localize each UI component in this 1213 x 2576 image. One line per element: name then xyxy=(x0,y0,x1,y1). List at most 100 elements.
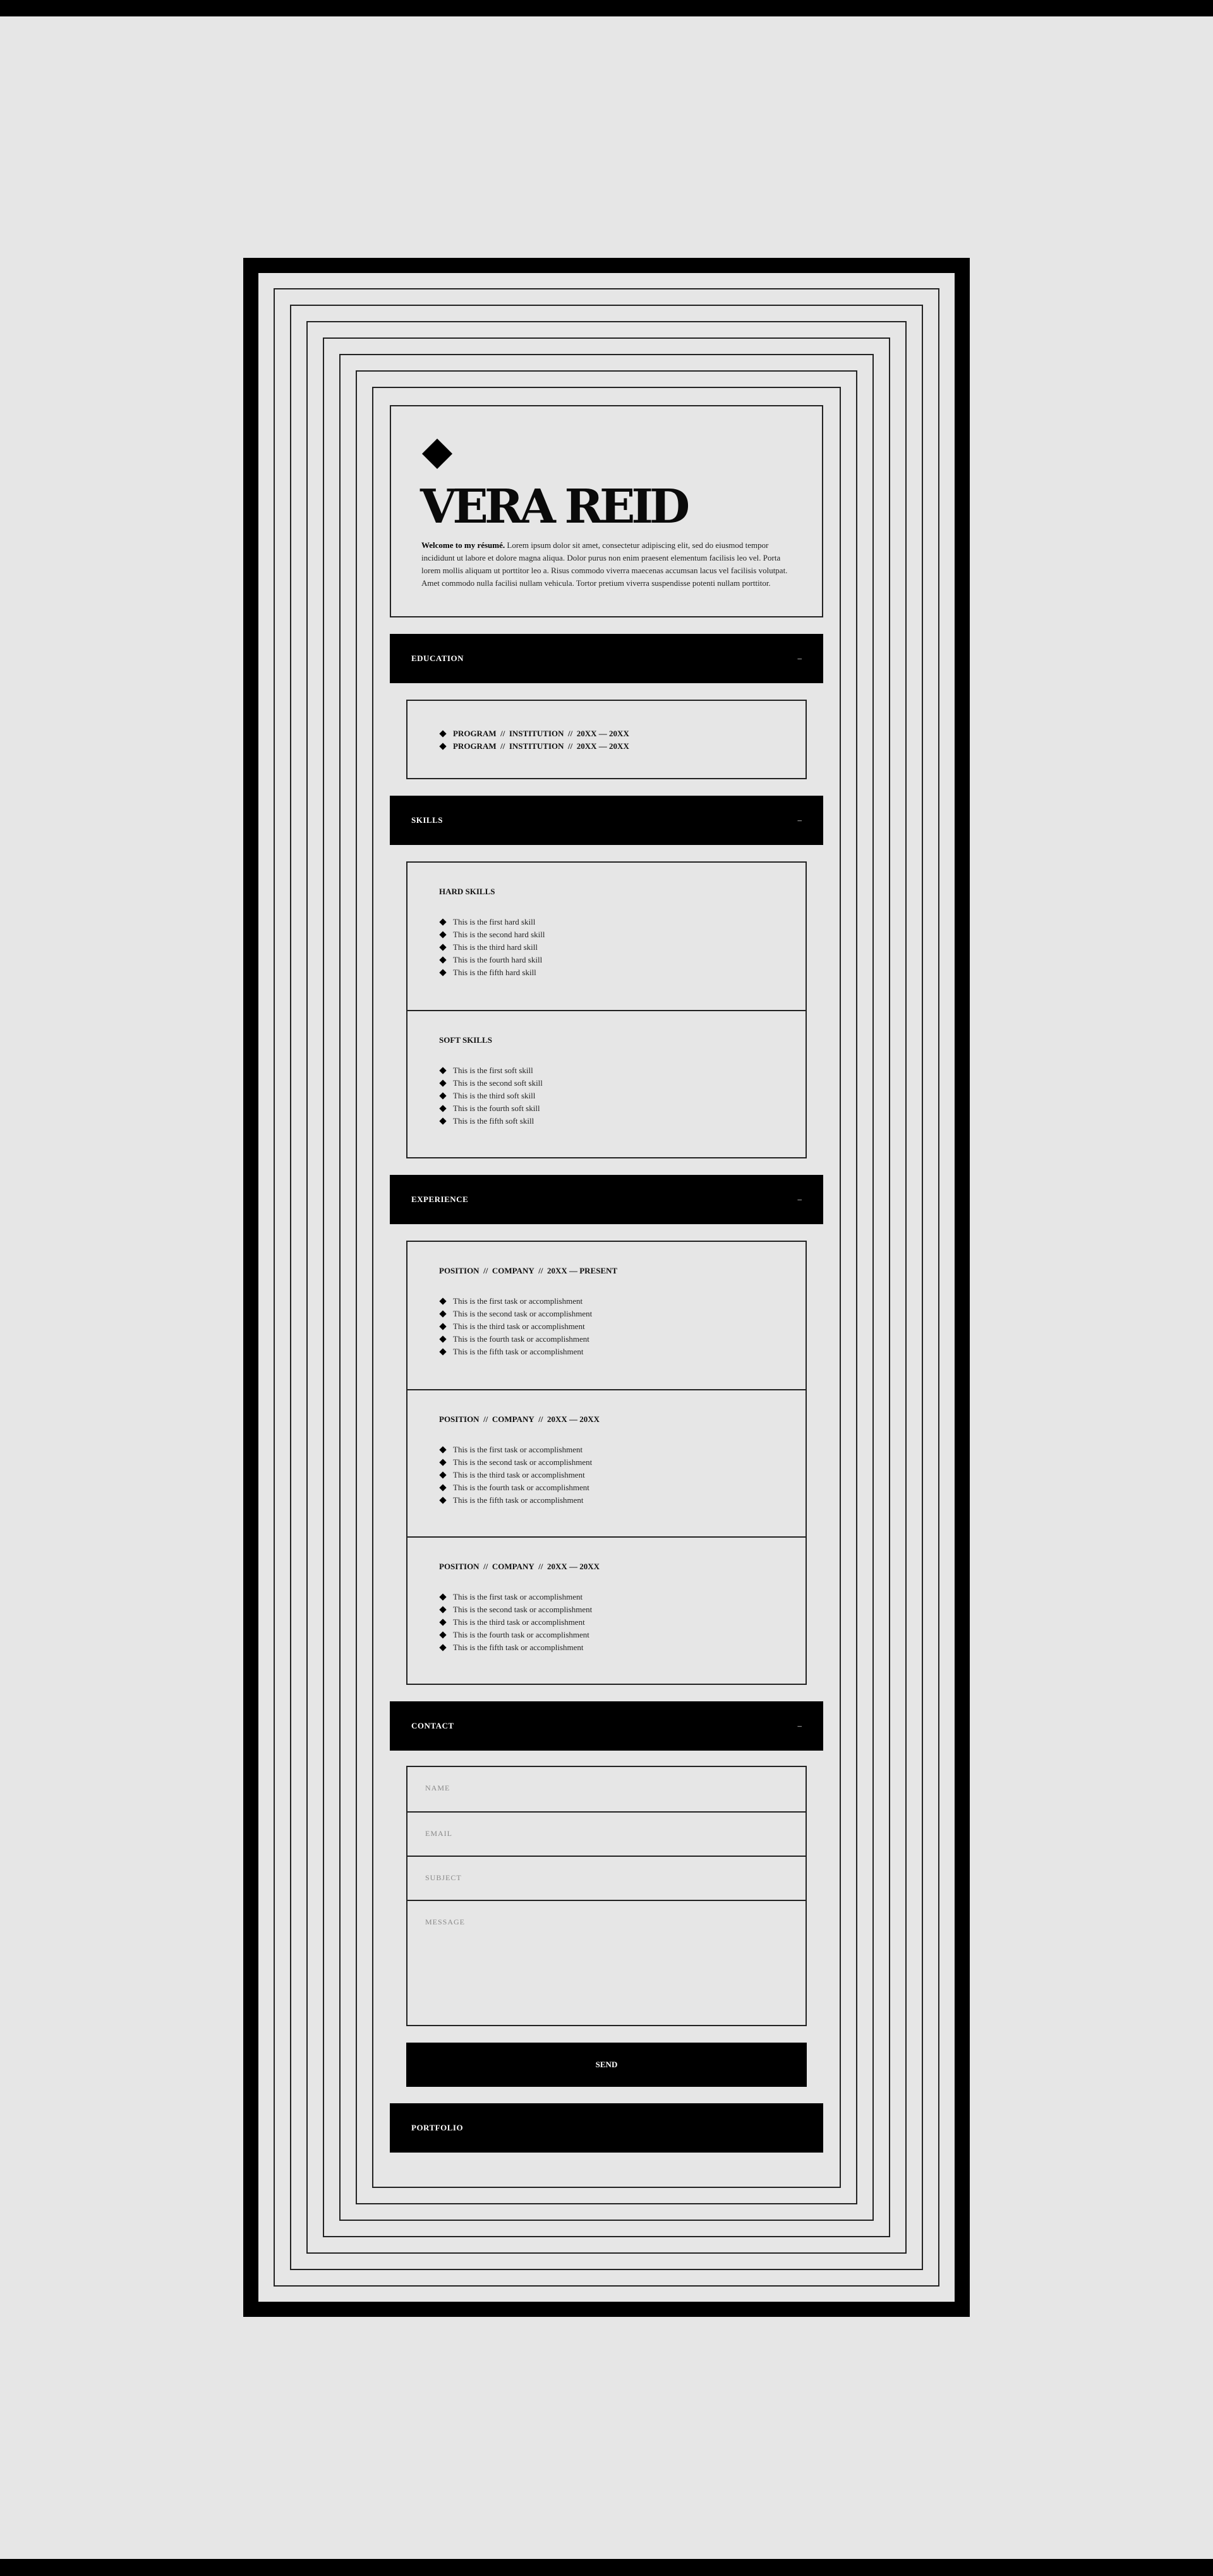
diamond-bullet-icon xyxy=(439,1105,447,1112)
job-title-line: POSITION // COMPANY // 20XX — 20XX xyxy=(439,1414,774,1425)
separator: // xyxy=(500,729,505,738)
diamond-bullet-icon xyxy=(439,1619,447,1626)
portfolio-title: PORTFOLIO xyxy=(411,2123,464,2132)
education-program: PROGRAM xyxy=(453,729,497,738)
diamond-bullet-icon xyxy=(439,1644,447,1651)
separator: // xyxy=(483,1414,488,1424)
diamond-bullet-icon xyxy=(439,1323,447,1330)
job-position: POSITION xyxy=(439,1266,480,1275)
collapse-icon[interactable]: – xyxy=(798,1194,802,1205)
diamond-bullet-icon xyxy=(439,1079,447,1087)
task-text: This is the fifth task or accomplishment xyxy=(453,1495,584,1505)
education-entry: PROGRAM // INSTITUTION // 20XX — 20XX xyxy=(439,740,774,753)
subject-field[interactable]: SUBJECT xyxy=(407,1856,806,1900)
collapse-icon[interactable]: – xyxy=(798,653,802,664)
top-bar xyxy=(0,0,1213,16)
send-button[interactable]: SEND xyxy=(406,2043,807,2087)
collapse-icon[interactable]: – xyxy=(798,1721,802,1731)
job-company: COMPANY xyxy=(492,1266,534,1275)
experience-box: POSITION // COMPANY // 20XX — PRESENT Th… xyxy=(406,1241,807,1685)
task-text: This is the fifth task or accomplishment xyxy=(453,1347,584,1356)
diamond-bullet-icon xyxy=(439,1117,447,1125)
diamond-bullet-icon xyxy=(439,1348,447,1356)
skill-text: This is the second hard skill xyxy=(453,930,545,939)
task-text: This is the fourth task or accomplishmen… xyxy=(453,1483,589,1492)
skill-text: This is the fourth hard skill xyxy=(453,955,543,964)
separator: // xyxy=(483,1266,488,1275)
welcome-text: Welcome to my résumé. xyxy=(421,540,505,550)
hard-skills-title: HARD SKILLS xyxy=(439,887,495,896)
diamond-bullet-icon xyxy=(439,1092,447,1100)
education-header[interactable]: EDUCATION – xyxy=(390,634,823,683)
diamond-bullet-icon xyxy=(439,931,447,939)
list-item: This is the third task or accomplishment xyxy=(439,1469,774,1481)
task-text: This is the first task or accomplishment xyxy=(453,1445,583,1454)
job-position: POSITION xyxy=(439,1562,480,1571)
diamond-bullet-icon xyxy=(439,1484,447,1492)
list-item: This is the third task or accomplishment xyxy=(439,1320,774,1333)
diamond-bullet-icon xyxy=(439,1297,447,1305)
list-item: This is the fourth hard skill xyxy=(439,954,774,966)
separator: // xyxy=(538,1414,543,1424)
soft-skills-title: SOFT SKILLS xyxy=(439,1035,492,1045)
task-text: This is the fourth task or accomplishmen… xyxy=(453,1630,589,1639)
collapse-icon[interactable]: – xyxy=(798,815,802,825)
education-dates: 20XX — 20XX xyxy=(576,729,629,738)
job-position: POSITION xyxy=(439,1414,480,1424)
list-item: This is the first hard skill xyxy=(439,916,774,928)
contact-header[interactable]: CONTACT – xyxy=(390,1701,823,1751)
intro-card: VERA REID Welcome to my résumé. Lorem ip… xyxy=(390,405,823,617)
list-item: This is the second soft skill xyxy=(439,1077,774,1090)
skills-body: HARD SKILLS This is the first hard skill… xyxy=(390,845,823,1158)
list-item: This is the second task or accomplishmen… xyxy=(439,1603,774,1616)
list-item: This is the fourth soft skill xyxy=(439,1102,774,1115)
name-field[interactable]: NAME xyxy=(407,1767,806,1811)
separator: // xyxy=(538,1266,543,1275)
list-item: This is the fifth task or accomplishment xyxy=(439,1346,774,1358)
experience-body: POSITION // COMPANY // 20XX — PRESENT Th… xyxy=(390,1224,823,1685)
diamond-bullet-icon xyxy=(439,944,447,951)
diamond-bullet-icon xyxy=(439,1459,447,1466)
list-item: This is the third soft skill xyxy=(439,1090,774,1102)
skill-text: This is the second soft skill xyxy=(453,1078,543,1088)
list-item: This is the fourth task or accomplishmen… xyxy=(439,1333,774,1346)
list-item: This is the fifth task or accomplishment xyxy=(439,1494,774,1507)
experience-title: EXPERIENCE xyxy=(411,1194,469,1204)
diamond-bullet-icon xyxy=(439,1593,447,1601)
message-field[interactable]: MESSAGE xyxy=(407,1900,806,2025)
diamond-logo-icon xyxy=(421,438,453,470)
job-dates: 20XX — PRESENT xyxy=(546,1266,618,1275)
portfolio-header[interactable]: PORTFOLIO xyxy=(390,2103,823,2153)
task-text: This is the second task or accomplishmen… xyxy=(453,1605,593,1614)
education-program: PROGRAM xyxy=(453,741,497,751)
skill-text: This is the fifth soft skill xyxy=(453,1116,534,1126)
task-text: This is the third task or accomplishment xyxy=(453,1321,585,1331)
education-dates: 20XX — 20XX xyxy=(576,741,629,751)
skill-text: This is the first soft skill xyxy=(453,1066,533,1075)
skill-text: This is the fifth hard skill xyxy=(453,968,536,977)
contact-title: CONTACT xyxy=(411,1721,454,1730)
list-item: This is the first task or accomplishment xyxy=(439,1295,774,1308)
list-item: This is the fifth hard skill xyxy=(439,966,774,979)
diamond-bullet-icon xyxy=(439,1497,447,1504)
education-title: EDUCATION xyxy=(411,653,464,663)
separator: // xyxy=(568,741,573,751)
job-title-line: POSITION // COMPANY // 20XX — PRESENT xyxy=(439,1266,774,1276)
diamond-bullet-icon xyxy=(439,743,447,750)
education-institution: INSTITUTION xyxy=(509,729,564,738)
task-text: This is the third task or accomplishment xyxy=(453,1470,585,1479)
diamond-bullet-icon xyxy=(439,1631,447,1639)
list-item: This is the second task or accomplishmen… xyxy=(439,1456,774,1469)
list-item: This is the third task or accomplishment xyxy=(439,1616,774,1629)
diamond-bullet-icon xyxy=(439,1446,447,1454)
experience-header[interactable]: EXPERIENCE – xyxy=(390,1175,823,1224)
contact-body: NAME EMAIL SUBJECT MESSAGE SEND xyxy=(390,1751,823,2087)
diamond-bullet-icon xyxy=(439,918,447,926)
separator: // xyxy=(568,729,573,738)
email-field[interactable]: EMAIL xyxy=(407,1811,806,1856)
skills-header[interactable]: SKILLS – xyxy=(390,796,823,845)
diamond-bullet-icon xyxy=(439,1471,447,1479)
education-entry: PROGRAM // INSTITUTION // 20XX — 20XX xyxy=(439,727,774,740)
skills-title: SKILLS xyxy=(411,815,443,825)
task-text: This is the second task or accomplishmen… xyxy=(453,1309,593,1318)
